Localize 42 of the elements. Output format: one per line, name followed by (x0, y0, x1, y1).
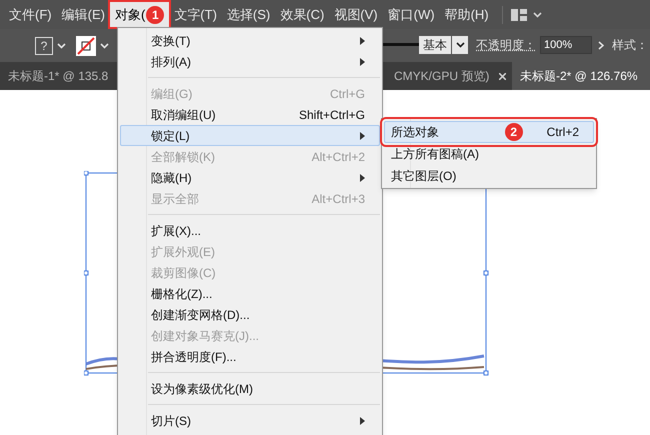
menu-item[interactable]: 创建渐变网格(D)... (120, 304, 380, 325)
fill-swatch[interactable]: ? (35, 36, 53, 54)
caret-icon (456, 42, 464, 48)
stroke-caret-icon (100, 42, 109, 48)
workspace-layout-icon[interactable] (510, 8, 527, 20)
document-tab[interactable]: 未标题-1* @ 135.8 (0, 62, 116, 90)
menu-bar-item[interactable]: 选择(S) (222, 2, 276, 27)
menu-bar-item[interactable]: 视图(V) (329, 2, 383, 27)
menu-item[interactable]: 排列(A) (120, 51, 380, 72)
menu-bar-item[interactable]: 编辑(E) (56, 2, 110, 27)
menu-item[interactable]: 取消编组(U) Shift+Ctrl+G (120, 104, 380, 125)
layout-caret-icon (532, 12, 542, 18)
stroke-line-icon (383, 43, 419, 47)
profile-dropdown-button[interactable] (452, 36, 468, 54)
menu-item[interactable]: 扩展(X)... (120, 220, 380, 241)
document-tab[interactable]: CMYK/GPU 预览) (386, 62, 514, 90)
style-label: 样式： (612, 37, 648, 54)
opacity-field[interactable]: 100% (540, 36, 592, 54)
fill-caret-icon (57, 42, 66, 48)
close-icon[interactable] (499, 72, 506, 80)
menu-item[interactable]: 设为像素级优化(M) (120, 378, 380, 399)
menu-bar-item[interactable]: 帮助(H) (440, 2, 494, 27)
step-badge: 1 (146, 6, 164, 24)
menu-bar-item[interactable]: 对象( 1 (110, 2, 170, 27)
menu-item[interactable]: 切片(S) (120, 410, 380, 431)
submenu-item[interactable]: 上方所有图稿(A) (384, 143, 594, 165)
menu-bar-item[interactable]: 文字(T) (169, 2, 222, 27)
menu-item[interactable]: 隐藏(H) (120, 167, 380, 188)
document-tab[interactable]: 未标题-2* @ 126.76% (512, 62, 650, 90)
menu-item[interactable]: 锁定(L) (120, 125, 380, 146)
stroke-none-swatch-icon[interactable] (76, 36, 96, 56)
stroke-profile-field[interactable]: 基本 (419, 36, 451, 54)
menu-item[interactable]: 拼合透明度(F)... (120, 346, 380, 367)
menu-bar-item[interactable]: 效果(C) (275, 2, 330, 27)
menu-bar-item[interactable]: 文件(F) (4, 2, 57, 27)
chevron-right-icon[interactable] (598, 40, 604, 50)
menu-bar-item[interactable]: 窗口(W) (382, 2, 440, 27)
step-badge: 2 (504, 123, 523, 141)
menu-item[interactable]: 栅格化(Z)... (120, 283, 380, 304)
menu-item[interactable]: 变换(T) (120, 30, 380, 51)
submenu-item[interactable]: 其它图层(O) (384, 165, 594, 187)
opacity-label[interactable]: 不透明度： (476, 36, 536, 54)
